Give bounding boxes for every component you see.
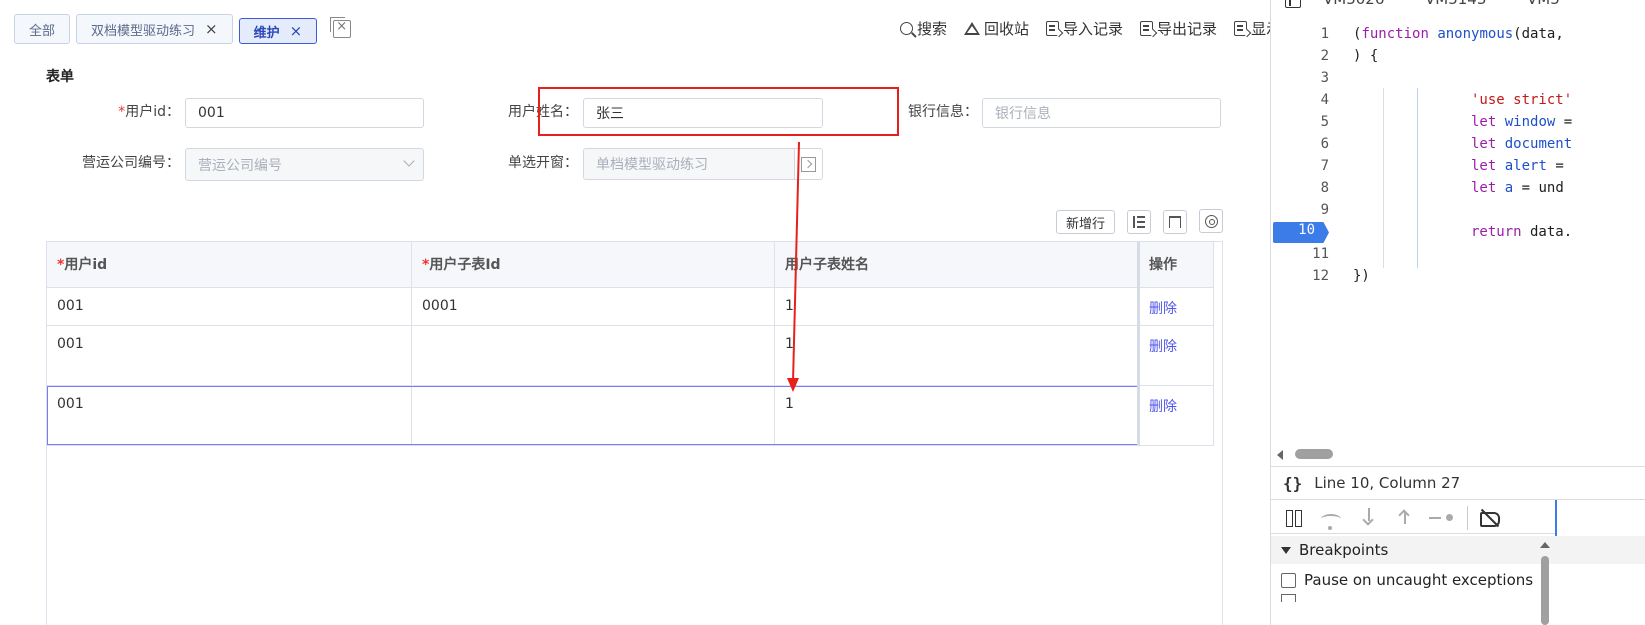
annotation-arrow xyxy=(787,141,800,392)
pretty-print-icon[interactable]: {} xyxy=(1283,474,1302,493)
breakpoints-title: Breakpoints xyxy=(1299,541,1389,559)
cursor-position: Line 10, Column 27 xyxy=(1314,474,1461,492)
line-number[interactable]: 8 xyxy=(1271,180,1329,196)
code-line: let window = xyxy=(1471,114,1573,130)
expand-triangle-icon xyxy=(1281,546,1291,554)
line-number[interactable]: 4 xyxy=(1271,92,1329,108)
horizontal-scrollbar[interactable] xyxy=(1277,448,1645,462)
scroll-up-icon[interactable] xyxy=(1540,542,1550,548)
scroll-thumb[interactable] xyxy=(1541,556,1549,625)
vertical-scrollbar[interactable] xyxy=(1539,538,1551,625)
step-out-icon[interactable] xyxy=(1395,508,1415,528)
code-line: (function anonymous(data, xyxy=(1353,26,1564,42)
scroll-thumb[interactable] xyxy=(1295,449,1333,459)
line-number[interactable]: 2 xyxy=(1271,48,1329,64)
code-line: return data. xyxy=(1471,224,1573,240)
pause-on-exceptions-option[interactable]: Pause on uncaught exceptions xyxy=(1271,568,1645,592)
line-number[interactable]: 5 xyxy=(1271,114,1329,130)
pause-exceptions-label: Pause on uncaught exceptions xyxy=(1304,571,1534,589)
breakpoint-marker[interactable]: 10 xyxy=(1273,222,1329,243)
line-number[interactable]: 12 xyxy=(1271,268,1329,284)
code-line: let alert = xyxy=(1471,158,1564,174)
code-line: 'use strict' xyxy=(1471,92,1573,108)
file-tab[interactable]: VM5026 xyxy=(1323,0,1384,8)
scroll-left-icon[interactable] xyxy=(1277,450,1283,460)
pause-exceptions-checkbox[interactable] xyxy=(1281,572,1296,588)
pause-icon[interactable] xyxy=(1285,508,1305,528)
line-number[interactable]: 1 xyxy=(1271,26,1329,42)
devtools-panel: VM5026 VM5143 VM5 1 (function anonymous(… xyxy=(1270,0,1645,625)
side-pane-edge xyxy=(1555,500,1645,536)
editor-status-bar: {} Line 10, Column 27 xyxy=(1271,466,1645,500)
line-number[interactable]: 11 xyxy=(1271,246,1329,262)
toolbar-divider xyxy=(1467,506,1468,530)
step-over-icon[interactable] xyxy=(1321,514,1341,530)
line-number[interactable]: 6 xyxy=(1271,136,1329,152)
code-line: let document xyxy=(1471,136,1573,152)
deactivate-breakpoints-icon[interactable] xyxy=(1479,508,1501,528)
line-number[interactable]: 9 xyxy=(1271,202,1329,218)
line-number[interactable]: 3 xyxy=(1271,70,1329,86)
code-line: }) xyxy=(1353,268,1370,284)
step-into-icon[interactable] xyxy=(1359,508,1379,528)
file-tab[interactable]: VM5143 xyxy=(1425,0,1486,8)
breakpoints-section-header[interactable]: Breakpoints xyxy=(1271,536,1645,564)
toggle-navigator-icon[interactable] xyxy=(1285,0,1301,8)
pane-focus-edge xyxy=(1555,500,1557,536)
line-number[interactable]: 7 xyxy=(1271,158,1329,174)
file-tab[interactable]: VM5 xyxy=(1527,0,1560,8)
devtools-file-tabs: VM5026 VM5143 VM5 xyxy=(1271,0,1645,12)
next-option-checkbox[interactable] xyxy=(1281,594,1296,602)
step-icon[interactable] xyxy=(1429,508,1455,528)
code-line: ) { xyxy=(1353,48,1379,64)
code-line: let a = und xyxy=(1471,180,1564,196)
app-window: 全部 双档模型驱动练习 × 维护 × × 搜索 回收站 导入记录 导出记录 显示… xyxy=(0,0,1330,625)
